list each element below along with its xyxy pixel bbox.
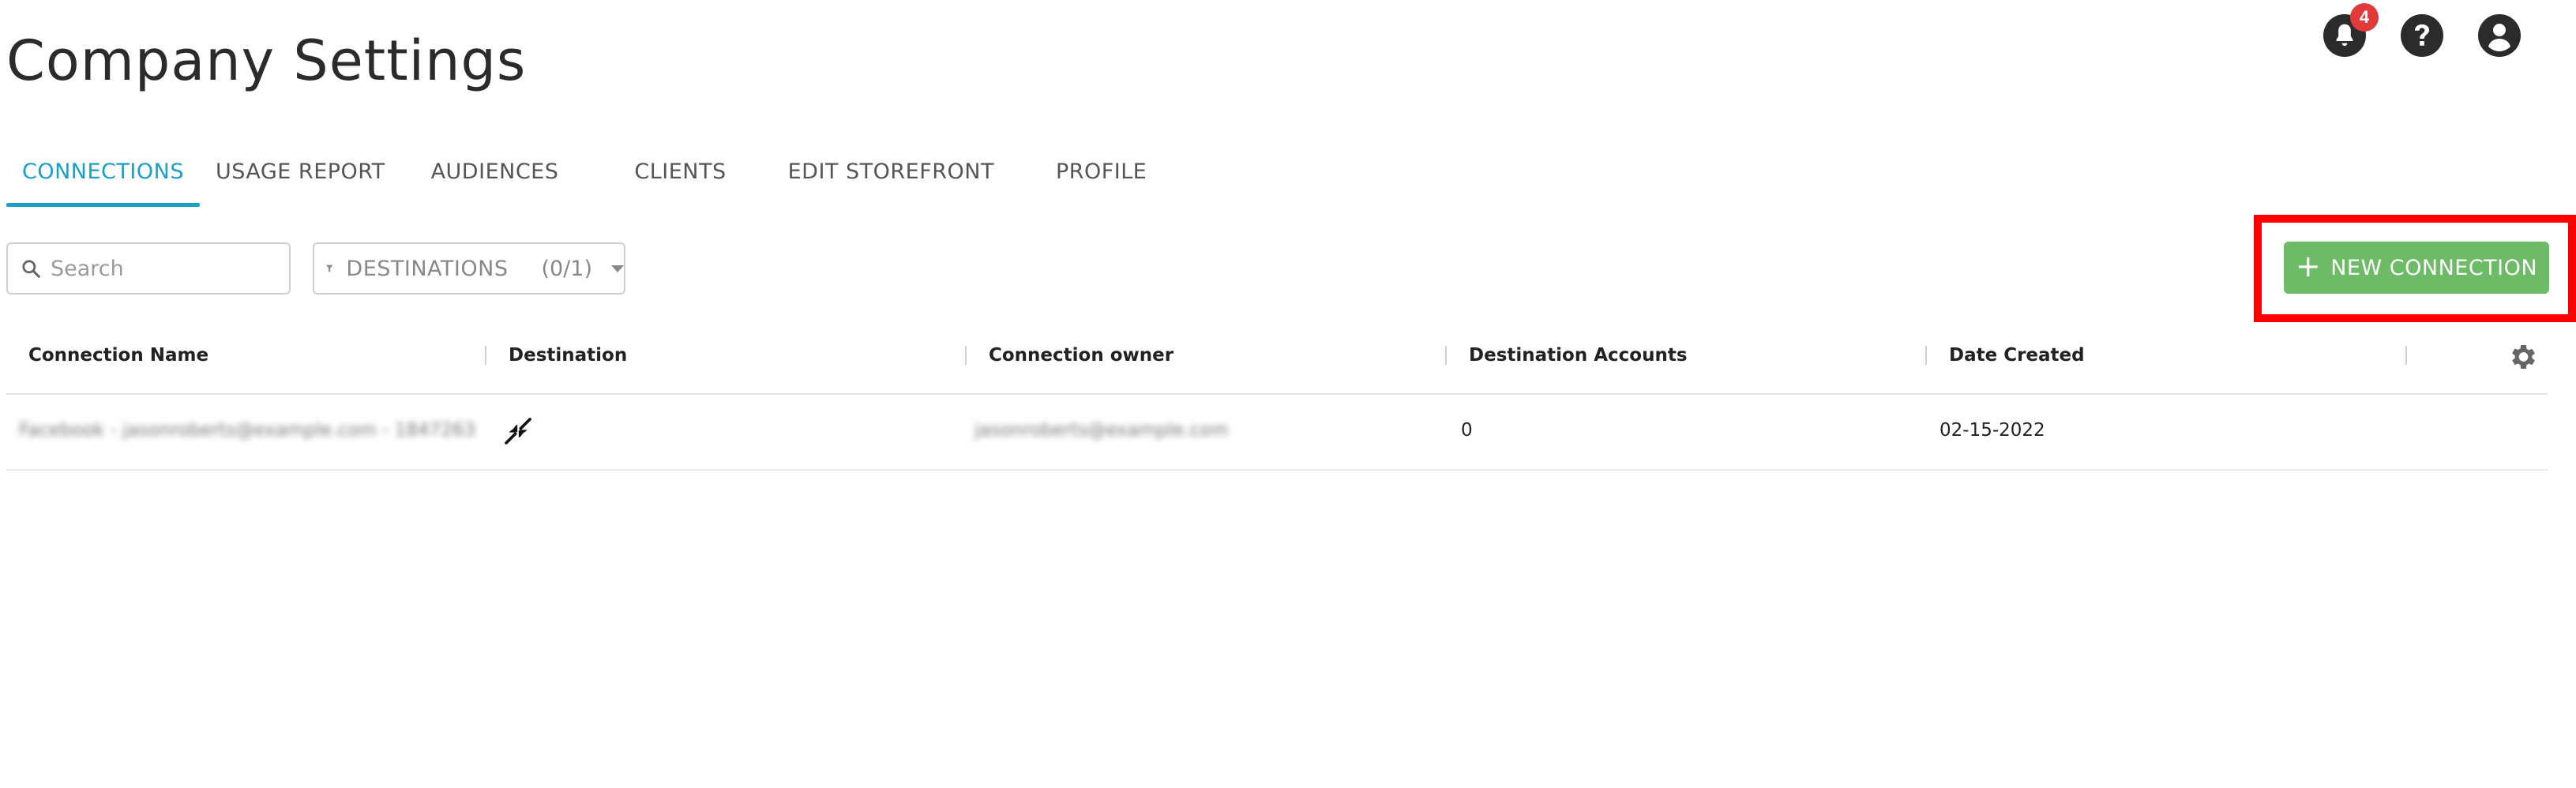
column-divider[interactable]	[485, 346, 486, 365]
tab-usage-report[interactable]: USAGE REPORT	[200, 155, 401, 207]
connection-name-cell: Facebook - jasonroberts@example.com - 18…	[19, 420, 476, 441]
page-title: Company Settings	[6, 28, 527, 93]
column-divider[interactable]	[2405, 346, 2407, 365]
new-connection-button[interactable]: + NEW CONNECTION	[2284, 242, 2549, 294]
table-header: Connection Name Destination Connection o…	[6, 335, 2548, 395]
tab-profile[interactable]: PROFILE	[1040, 155, 1162, 207]
search-icon	[22, 260, 40, 278]
filter-count: (0/1)	[541, 256, 592, 281]
column-header-connection-name[interactable]: Connection Name	[28, 335, 208, 376]
connection-owner-cell: jasonroberts@example.com	[974, 420, 1229, 441]
search-input[interactable]	[51, 256, 280, 281]
gear-icon[interactable]	[2507, 341, 2538, 373]
table-row[interactable]: Facebook - jasonroberts@example.com - 18…	[6, 396, 2548, 471]
column-header-date-created[interactable]: Date Created	[1949, 335, 2085, 376]
help-icon[interactable]	[2401, 14, 2443, 57]
column-header-destination[interactable]: Destination	[509, 335, 627, 376]
plus-icon: +	[2295, 249, 2322, 283]
tab-connections[interactable]: CONNECTIONS	[6, 155, 200, 207]
bell-icon[interactable]: 4	[2323, 3, 2379, 57]
header-icons: 4	[2323, 3, 2521, 57]
filter-icon	[325, 265, 333, 272]
column-divider[interactable]	[965, 346, 967, 365]
date-created-cell: 02-15-2022	[1940, 420, 2045, 441]
tab-clients[interactable]: CLIENTS	[618, 155, 742, 207]
tab-audiences[interactable]: AUDIENCES	[415, 155, 575, 207]
tab-edit-storefront[interactable]: EDIT STOREFRONT	[772, 155, 1010, 207]
column-divider[interactable]	[1445, 346, 1447, 365]
compress-arrows-icon	[502, 415, 534, 452]
column-header-connection-owner[interactable]: Connection owner	[989, 335, 1173, 376]
column-divider[interactable]	[1925, 346, 1927, 365]
search-box	[6, 242, 291, 295]
filter-label: DESTINATIONS	[346, 256, 509, 281]
settings-tabs: CONNECTIONS USAGE REPORT AUDIENCES CLIEN…	[6, 155, 1162, 207]
chevron-down-icon	[611, 265, 624, 272]
account-icon[interactable]	[2478, 14, 2521, 57]
new-connection-label: NEW CONNECTION	[2330, 255, 2538, 280]
destinations-filter[interactable]: DESTINATIONS (0/1)	[313, 242, 625, 295]
destination-accounts-cell: 0	[1461, 420, 1473, 441]
notification-badge: 4	[2350, 3, 2379, 32]
column-header-destination-accounts[interactable]: Destination Accounts	[1469, 335, 1688, 376]
